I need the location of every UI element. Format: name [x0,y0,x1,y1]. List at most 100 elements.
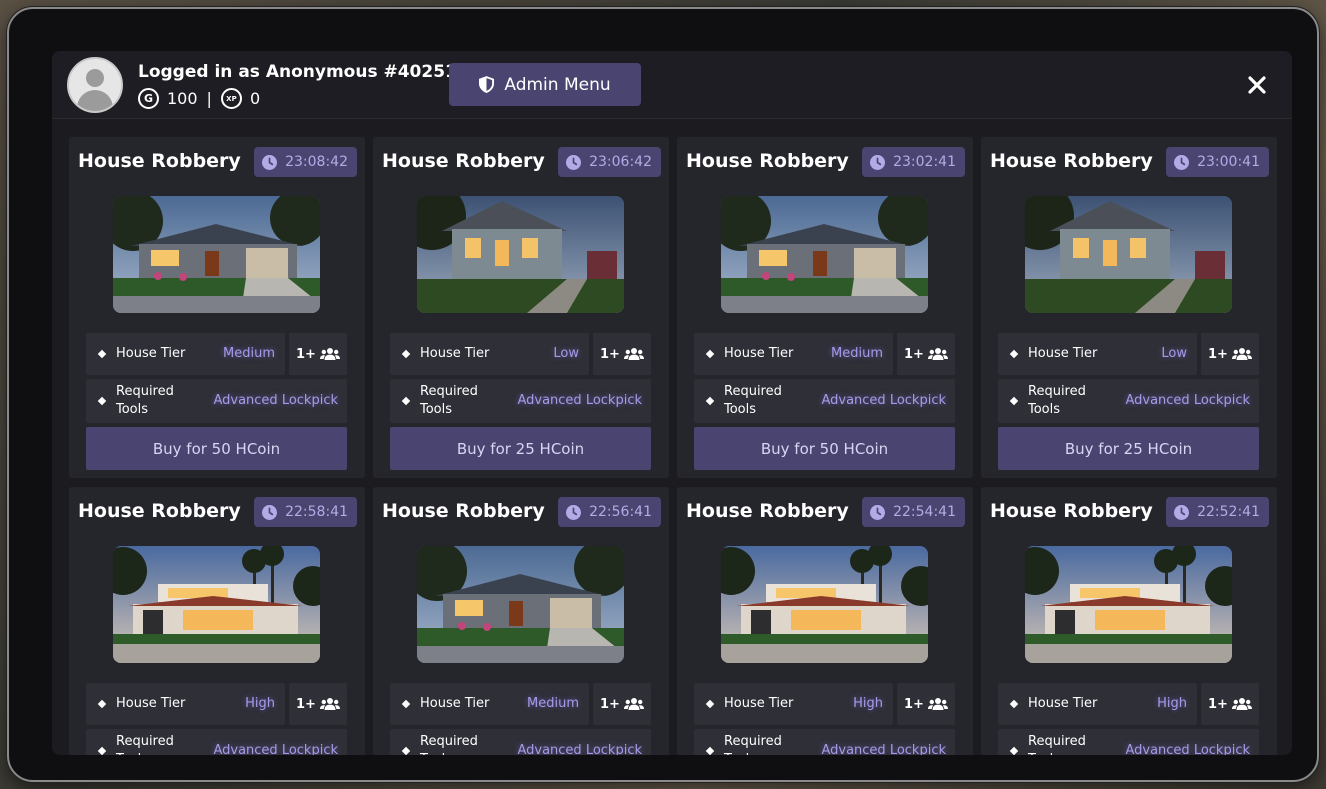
clock-icon [566,154,582,170]
players-count: 1+ [1208,346,1228,362]
house-tier-label: House Tier [116,346,186,361]
required-tools-value: Advanced Lockpick [517,393,642,408]
diamond-bullet-icon [705,396,715,406]
players-count: 1+ [296,696,316,712]
timer-value: 22:56:41 [589,504,652,520]
house-tier-value: High [1157,696,1187,711]
house-tier-label: House Tier [724,346,794,361]
group-icon [623,698,644,710]
robbery-grid: House Robbery 23:08:42 House Tier Medium… [69,137,1278,755]
required-label-line2: Tools [724,402,757,417]
house-image [113,196,320,313]
group-icon [1231,348,1252,360]
xp-icon: XP [220,88,242,109]
required-label-line1: Required [724,384,782,399]
house-tier-value: Medium [223,346,275,361]
robbery-card: House Robbery 22:54:41 House Tier High 1… [677,487,973,755]
timer-value: 22:54:41 [893,504,956,520]
house-tier-label: House Tier [1028,696,1098,711]
required-tools-label: Required Tools [724,383,782,419]
card-title: House Robbery [990,150,1153,172]
tier-row: House Tier Low 1+ [390,333,651,375]
buy-button[interactable]: Buy for 50 HCoin [694,427,955,470]
required-tools-label: Required Tools [116,383,174,419]
house-image [1025,196,1232,313]
house-tier-box: House Tier High [998,683,1197,725]
clock-icon [262,154,278,170]
group-icon [319,348,340,360]
house-image [721,546,928,663]
login-status: Logged in as Anonymous #40251 [138,62,457,82]
house-tier-box: House Tier High [86,683,285,725]
house-tier-box: House Tier Medium [694,333,893,375]
required-label-line1: Required [420,384,478,399]
required-tools-row: Required Tools Advanced Lockpick [390,729,651,755]
house-image [721,196,928,313]
admin-menu-button[interactable]: Admin Menu [449,63,641,106]
robbery-card: House Robbery 22:52:41 House Tier High 1… [981,487,1277,755]
timer-value: 23:00:41 [1197,154,1260,170]
group-icon [1231,698,1252,710]
robbery-shop-panel: Logged in as Anonymous #40251 G 100 | XP… [52,51,1292,755]
top-bar: Logged in as Anonymous #40251 G 100 | XP… [52,51,1292,119]
players-required: 1+ [1201,333,1259,375]
clock-icon [262,504,278,520]
house-tier-box: House Tier High [694,683,893,725]
timer-badge: 22:52:41 [1166,497,1269,527]
house-tier-label: House Tier [724,696,794,711]
robbery-card: House Robbery 23:08:42 House Tier Medium… [69,137,365,478]
player-stats: G 100 | XP 0 [138,88,260,109]
robbery-card: House Robbery 22:58:41 House Tier High 1… [69,487,365,755]
players-required: 1+ [897,333,955,375]
house-image [1025,546,1232,663]
timer-badge: 22:54:41 [862,497,965,527]
timer-value: 22:58:41 [285,504,348,520]
buy-button[interactable]: Buy for 25 HCoin [998,427,1259,470]
house-tier-value: Medium [831,346,883,361]
required-label-line1: Required [1028,384,1086,399]
buy-button[interactable]: Buy for 50 HCoin [86,427,347,470]
robbery-card: House Robbery 22:56:41 House Tier Medium… [373,487,669,755]
tier-row: House Tier Medium 1+ [694,333,955,375]
required-tools-value: Advanced Lockpick [1125,393,1250,408]
card-title: House Robbery [78,500,241,522]
diamond-bullet-icon [97,396,107,406]
robbery-card: House Robbery 23:00:41 House Tier Low 1+… [981,137,1277,478]
coin-balance: 100 [167,89,198,108]
required-tools-label: Required Tools [116,733,174,755]
card-title: House Robbery [686,500,849,522]
house-tier-box: House Tier Low [390,333,589,375]
tier-row: House Tier High 1+ [998,683,1259,725]
house-tier-value: Medium [527,696,579,711]
required-tools-row: Required Tools Advanced Lockpick [390,379,651,423]
required-label-line1: Required [116,734,174,749]
group-icon [927,348,948,360]
house-image [417,196,624,313]
players-required: 1+ [289,683,347,725]
required-tools-label: Required Tools [724,733,782,755]
admin-menu-label: Admin Menu [504,74,611,95]
coin-icon: G [138,88,159,109]
diamond-bullet-icon [97,746,107,755]
house-image [113,546,320,663]
timer-value: 23:06:42 [589,154,652,170]
diamond-bullet-icon [705,699,715,709]
clock-icon [870,504,886,520]
timer-badge: 22:56:41 [558,497,661,527]
house-tier-label: House Tier [116,696,186,711]
clock-icon [870,154,886,170]
players-count: 1+ [296,346,316,362]
diamond-bullet-icon [1009,396,1019,406]
clock-icon [1174,154,1190,170]
diamond-bullet-icon [401,349,411,359]
buy-button[interactable]: Buy for 25 HCoin [390,427,651,470]
tablet-frame: Logged in as Anonymous #40251 G 100 | XP… [7,7,1319,782]
required-label-line1: Required [116,384,174,399]
close-icon[interactable] [1245,73,1269,97]
required-label-line2: Tools [116,751,174,755]
players-required: 1+ [593,683,651,725]
required-tools-label: Required Tools [1028,733,1086,755]
required-tools-value: Advanced Lockpick [213,743,338,755]
timer-value: 22:52:41 [1197,504,1260,520]
house-tier-label: House Tier [420,346,490,361]
